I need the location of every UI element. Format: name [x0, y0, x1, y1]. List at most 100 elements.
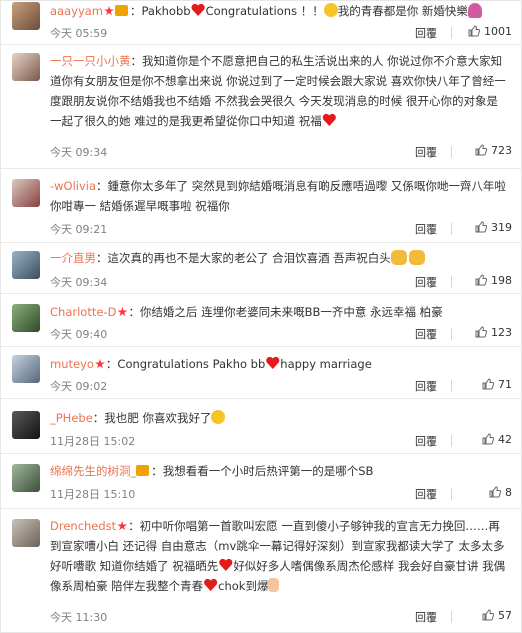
thumbs-up-icon: [475, 144, 487, 156]
divider: [451, 435, 452, 447]
comment-text: Congratulations ！！: [205, 4, 324, 18]
comment-text: ：Congratulations Pakho bb: [105, 357, 266, 371]
comment-item: Charlotte-D ：你结婚之后 连埋你老婆同未来嘅BB一齐中意 永远幸福 柏…: [0, 294, 522, 347]
comment-text: 我的青春都是你 新婚快樂: [337, 4, 468, 18]
thumbs-up-icon: [489, 486, 501, 498]
reply-button[interactable]: 回覆: [415, 144, 437, 160]
like-count: 57: [498, 609, 512, 622]
timestamp: 今天 05:59: [50, 27, 108, 40]
comment-item: 一只一只小小黄：我知道你是个不愿意把自己的私生活说出来的人 你说过你不介意大家知…: [0, 45, 522, 169]
like-count: 1001: [484, 25, 512, 38]
timestamp: 今天 09:34: [50, 276, 108, 289]
thumbs-up-icon: [482, 378, 494, 390]
timestamp: 今天 09:34: [50, 146, 108, 159]
reply-button[interactable]: 回覆: [415, 433, 437, 449]
avatar[interactable]: [12, 179, 40, 207]
vip-star-icon: [117, 521, 127, 531]
divider: [451, 380, 452, 392]
reply-button[interactable]: 回覆: [415, 221, 437, 237]
reply-button[interactable]: 回覆: [415, 326, 437, 342]
vip-star-icon: [95, 359, 105, 369]
like-button[interactable]: 71: [482, 378, 512, 391]
bouquet-emoji-icon: [467, 3, 482, 18]
thumbs-up-icon: [475, 274, 487, 286]
divider: [451, 611, 452, 623]
avatar[interactable]: [12, 251, 40, 279]
reply-button[interactable]: 回覆: [415, 378, 437, 394]
like-count: 723: [491, 144, 512, 157]
victory-hand-emoji-icon: [268, 578, 280, 592]
divider: [451, 328, 452, 340]
like-count: 71: [498, 378, 512, 391]
avatar[interactable]: [12, 355, 40, 383]
timestamp: 今天 09:40: [50, 328, 108, 341]
divider: [451, 27, 452, 39]
crown-badge-icon: [115, 5, 129, 16]
timestamp: 11月28日 15:02: [50, 435, 136, 448]
like-button[interactable]: 42: [482, 433, 512, 446]
username[interactable]: _PHebe: [50, 411, 93, 425]
divider: [451, 488, 452, 500]
heart-emoji-icon: [191, 3, 206, 17]
comment-text: ：我想看看一个小时后热评第一的是哪个SB: [151, 464, 374, 478]
comment-text: ：你结婚之后 连埋你老婆同未来嘅BB一齐中意 永远幸福 柏豪: [128, 305, 443, 319]
smile-emoji-icon: [211, 410, 226, 424]
heart-emoji-icon: [265, 356, 280, 370]
thumbs-up-icon: [475, 326, 487, 338]
comment-text: ：Pakhobb: [130, 4, 191, 18]
reply-button[interactable]: 回覆: [415, 274, 437, 290]
avatar[interactable]: [12, 304, 40, 332]
username[interactable]: 绵绵先生的树洞_: [50, 464, 136, 478]
like-button[interactable]: 123: [475, 326, 512, 339]
avatar[interactable]: [12, 2, 40, 30]
thumbs-up-icon: [468, 25, 480, 37]
username[interactable]: -wOlivia: [50, 179, 96, 193]
heart-emoji-icon: [218, 558, 233, 572]
comment-text: happy marriage: [280, 357, 372, 371]
like-button[interactable]: 319: [475, 221, 512, 234]
divider: [451, 223, 452, 235]
comment-item: 一介直男：這次真的再也不是大家的老公了 合泪饮喜酒 吾声祝白头 今天 09:34…: [0, 243, 522, 294]
vip-star-icon: [104, 6, 114, 16]
comment-item: muteyo ：Congratulations Pakho bb happy mar…: [0, 347, 522, 399]
username[interactable]: Drenchedst: [50, 519, 116, 533]
username[interactable]: Charlotte-D: [50, 305, 116, 319]
reply-button[interactable]: 回覆: [415, 486, 437, 502]
username[interactable]: 一介直男: [50, 251, 96, 265]
like-button[interactable]: 57: [482, 609, 512, 622]
vip-star-icon: [117, 307, 128, 317]
divider: [451, 146, 452, 158]
like-count: 198: [491, 274, 512, 287]
cat-emoji-icon: [390, 250, 407, 265]
thumbs-up-icon: [482, 609, 494, 621]
avatar[interactable]: [12, 53, 40, 81]
like-count: 42: [498, 433, 512, 446]
reply-button[interactable]: 回覆: [415, 25, 437, 41]
like-button[interactable]: 723: [475, 144, 512, 157]
like-button[interactable]: 8: [489, 486, 512, 499]
timestamp: 11月28日 15:10: [50, 488, 136, 501]
timestamp: 今天 09:02: [50, 380, 108, 393]
divider: [451, 276, 452, 288]
avatar[interactable]: [12, 464, 40, 492]
username[interactable]: aaayyam: [50, 4, 103, 18]
username[interactable]: 一只一只小小黄: [50, 54, 131, 68]
comment-item: Drenchedst ：初中听你唱第一首歌叫宏愿 一直到傻小子够钟我的宣言无力挽回…: [0, 509, 522, 631]
like-button[interactable]: 1001: [468, 25, 512, 38]
like-button[interactable]: 198: [475, 274, 512, 287]
heart-emoji-icon: [203, 578, 218, 592]
crown-badge-icon: [136, 465, 150, 476]
heart-emoji-icon: [322, 113, 337, 127]
comment-item: -wOlivia：鍾意你太多年了 突然見到妳結婚嘅消息有啲反應唔過嚟 又係嘅你哋…: [0, 169, 522, 243]
hug-emoji-icon: [323, 3, 338, 17]
comment-text: chok到爆: [218, 579, 269, 593]
username[interactable]: muteyo: [50, 357, 94, 371]
like-count: 319: [491, 221, 512, 234]
reply-button[interactable]: 回覆: [415, 609, 437, 625]
avatar[interactable]: [12, 411, 40, 439]
comment-text: ：鍾意你太多年了 突然見到妳結婚嘅消息有啲反應唔過嚟 又係嘅你哋一齊八年啦 你咁…: [50, 179, 506, 213]
thumbs-up-icon: [482, 433, 494, 445]
avatar[interactable]: [12, 519, 40, 547]
timestamp: 今天 09:21: [50, 223, 108, 236]
comment-item: _PHebe：我也肥 你喜欢我好了 11月28日 15:02 回覆 42: [0, 399, 522, 454]
